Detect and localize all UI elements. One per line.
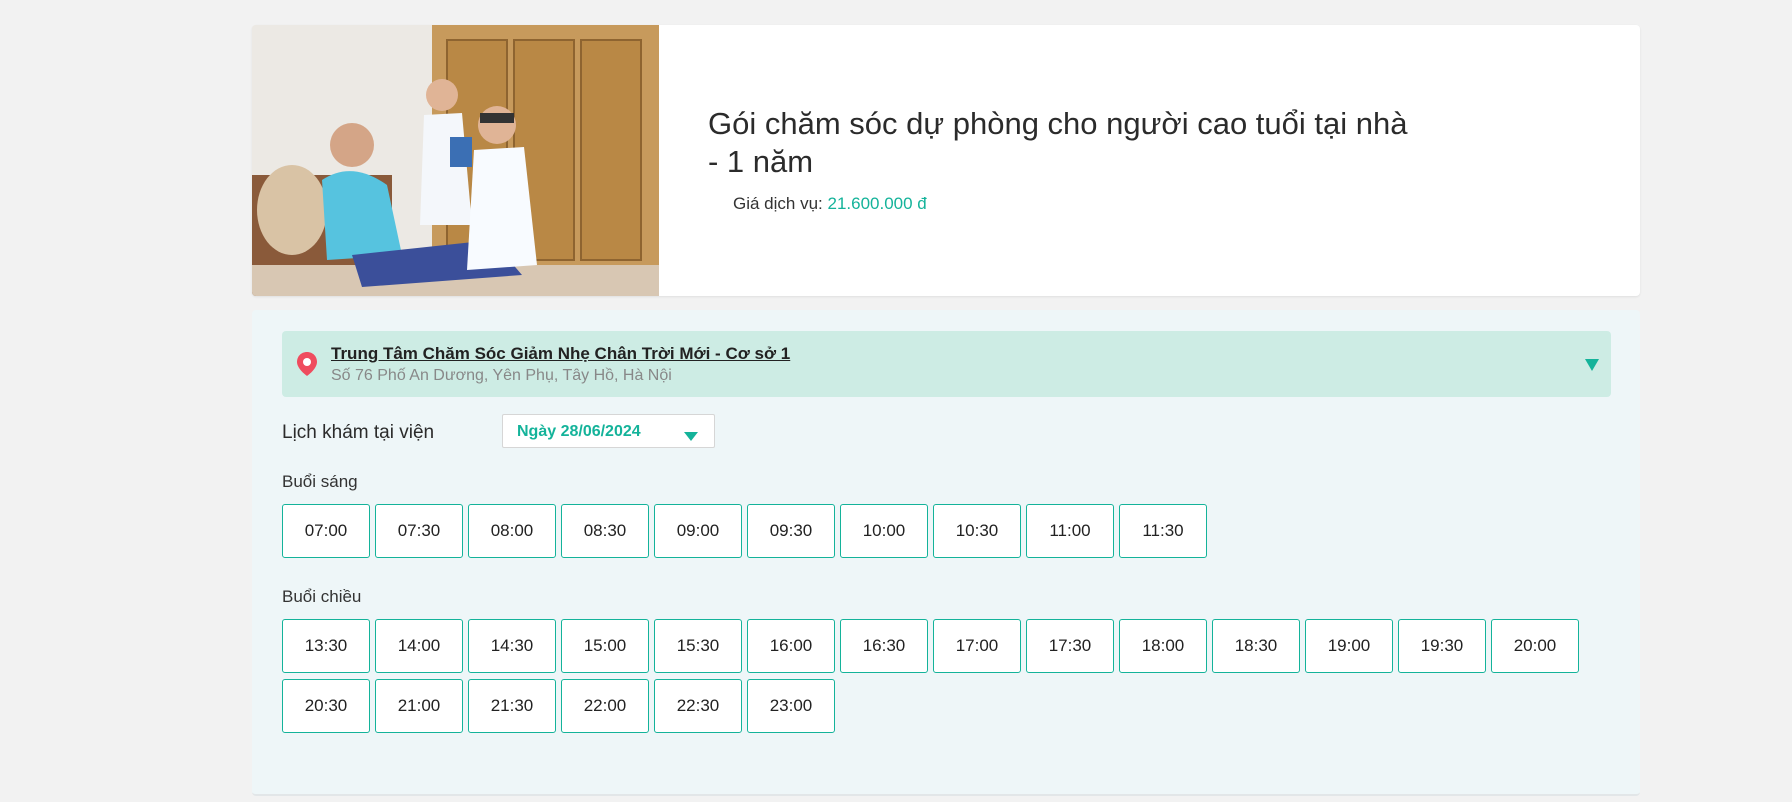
time-slot-button[interactable]: 10:30: [933, 504, 1021, 558]
time-slot-button[interactable]: 15:00: [561, 619, 649, 673]
time-slot-button[interactable]: 17:30: [1026, 619, 1114, 673]
price-row: Giá dịch vụ: 21.600.000 đ: [733, 194, 1408, 214]
afternoon-label: Buổi chiều: [282, 587, 362, 606]
time-slot-button[interactable]: 14:30: [468, 619, 556, 673]
time-slot-button[interactable]: 20:00: [1491, 619, 1579, 673]
price-value: 21.600.000 đ: [827, 194, 927, 213]
time-slot-button[interactable]: 21:30: [468, 679, 556, 733]
time-slot-button[interactable]: 16:00: [747, 619, 835, 673]
location-name[interactable]: Trung Tâm Chăm Sóc Giảm Nhẹ Chân Trời Mớ…: [331, 344, 790, 364]
time-slot-button[interactable]: 18:00: [1119, 619, 1207, 673]
location-pin-icon: [296, 351, 318, 382]
time-slot-button[interactable]: 22:00: [561, 679, 649, 733]
booking-panel: Trung Tâm Chăm Sóc Giảm Nhẹ Chân Trời Mớ…: [252, 310, 1640, 796]
time-slot-button[interactable]: 11:30: [1119, 504, 1207, 558]
caret-down-icon: [684, 428, 698, 446]
service-photo: [252, 25, 659, 296]
price-label: Giá dịch vụ:: [733, 194, 823, 213]
time-slot-button[interactable]: 07:30: [375, 504, 463, 558]
time-slot-button[interactable]: 13:30: [282, 619, 370, 673]
time-slot-button[interactable]: 21:00: [375, 679, 463, 733]
time-slot-button[interactable]: 08:30: [561, 504, 649, 558]
schedule-label: Lịch khám tại viện: [282, 422, 435, 443]
time-slot-button[interactable]: 17:00: [933, 619, 1021, 673]
time-slot-button[interactable]: 16:30: [840, 619, 928, 673]
location-address: Số 76 Phố An Dương, Yên Phụ, Tây Hồ, Hà …: [331, 367, 672, 384]
location-selector[interactable]: Trung Tâm Chăm Sóc Giảm Nhẹ Chân Trời Mớ…: [282, 331, 1611, 397]
date-value: Ngày 28/06/2024: [517, 423, 641, 440]
morning-label: Buổi sáng: [282, 472, 358, 491]
time-slot-button[interactable]: 19:30: [1398, 619, 1486, 673]
time-slot-button[interactable]: 09:30: [747, 504, 835, 558]
service-title: Gói chăm sóc dự phòng cho người cao tuổi…: [708, 106, 1408, 179]
time-slot-button[interactable]: 09:00: [654, 504, 742, 558]
time-slot-button[interactable]: 15:30: [654, 619, 742, 673]
time-slot-button[interactable]: 07:00: [282, 504, 370, 558]
time-slot-button[interactable]: 22:30: [654, 679, 742, 733]
time-slot-button[interactable]: 11:00: [1026, 504, 1114, 558]
time-slot-button[interactable]: 18:30: [1212, 619, 1300, 673]
time-slot-button[interactable]: 10:00: [840, 504, 928, 558]
chevron-down-icon[interactable]: [1585, 358, 1599, 376]
time-slot-button[interactable]: 08:00: [468, 504, 556, 558]
afternoon-slots: 13:30 14:00 14:30 15:00 15:30 16:00 16:30 17:00…: [282, 619, 1622, 733]
time-slot-button[interactable]: 23:00: [747, 679, 835, 733]
service-card: Gói chăm sóc dự phòng cho người cao tuổi…: [252, 25, 1640, 296]
time-slot-button[interactable]: 14:00: [375, 619, 463, 673]
time-slot-button[interactable]: 20:30: [282, 679, 370, 733]
date-select[interactable]: Ngày 28/06/2024: [502, 414, 715, 448]
time-slot-button[interactable]: 19:00: [1305, 619, 1393, 673]
morning-slots: 07:00 07:30 08:00 08:30 09:00 09:30 10:00 10:30…: [282, 504, 1622, 558]
